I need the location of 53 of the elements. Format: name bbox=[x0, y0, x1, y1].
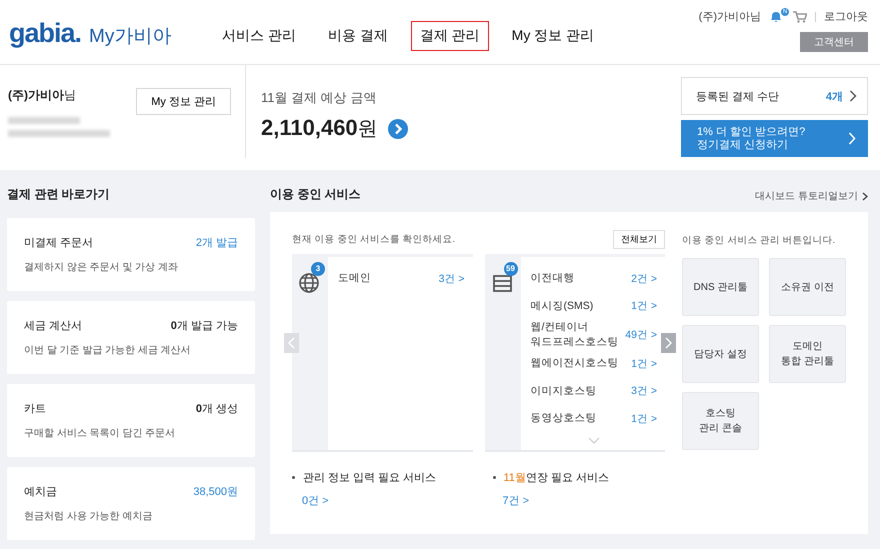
chevron-right-icon bbox=[665, 337, 672, 349]
chevron-right-icon bbox=[862, 192, 868, 200]
nav-tab[interactable]: 비용 결제 bbox=[318, 21, 397, 51]
gabia-logo[interactable]: gabia. bbox=[9, 18, 82, 49]
nav-tab[interactable]: 결제 관리 bbox=[410, 21, 489, 51]
view-all-button[interactable]: 전체보기 bbox=[613, 230, 665, 249]
management-tool-button[interactable]: DNS 관리툴 bbox=[682, 258, 759, 316]
tools-intro-text: 이용 중인 서비스 관리 버튼입니다. bbox=[682, 235, 836, 246]
notice-text: 관리 정보 입력 필요 서비스 bbox=[303, 471, 436, 485]
chevron-left-icon bbox=[288, 337, 295, 349]
management-tool-button[interactable]: 담당자 설정 bbox=[682, 325, 759, 383]
cart-icon[interactable] bbox=[793, 10, 807, 22]
shortcut-card[interactable]: 세금 계산서 0개 발급 가능 이번 달 기준 발급 가능한 세금 계산서 bbox=[7, 301, 255, 374]
service-row[interactable]: 이미지호스팅 3건 > bbox=[530, 378, 657, 405]
shortcut-card[interactable]: 미결제 주문서 2개 발급 결제하지 않은 주문서 및 가상 계좌 bbox=[7, 218, 255, 291]
payment-methods-link[interactable]: 등록된 결제 수단 4개 bbox=[681, 77, 868, 115]
site-title: My가비아 bbox=[89, 25, 172, 49]
management-tool-button[interactable]: 호스팅 관리 콘솔 bbox=[682, 392, 759, 450]
service-row[interactable]: 메시징(SMS) 1건 > bbox=[530, 292, 657, 320]
user-name: (주)가비아님 bbox=[698, 10, 761, 24]
management-tool-button[interactable]: 소유권 이전 bbox=[769, 258, 846, 316]
logout-link[interactable]: 로그아웃 bbox=[824, 9, 868, 24]
user-name: (주)가비아님 bbox=[8, 87, 76, 104]
my-info-button[interactable]: My 정보 관리 bbox=[136, 88, 231, 115]
nav-tab[interactable]: My 정보 관리 bbox=[502, 21, 604, 51]
bullet-icon bbox=[492, 476, 496, 479]
chevron-down-icon[interactable] bbox=[588, 436, 600, 444]
count-badge: 59 bbox=[504, 262, 518, 276]
blurred-text bbox=[8, 117, 80, 124]
section-title: 이용 중인 서비스 bbox=[270, 186, 361, 203]
chevron-right-icon bbox=[849, 90, 857, 102]
service-row[interactable]: 동영상호스팅 1건 > bbox=[530, 405, 657, 432]
section-title: 결제 관련 바로가기 bbox=[7, 186, 111, 203]
estimate-label: 11월 결제 예상 금액 bbox=[261, 90, 376, 105]
service-row[interactable]: 웹에이전시호스팅 1건 > bbox=[530, 350, 657, 378]
service-row[interactable]: 이전대행 2건 > bbox=[530, 265, 657, 292]
shortcut-card[interactable]: 카트 0개 생성 구매할 서비스 목록이 담긴 주문서 bbox=[7, 384, 255, 457]
bullet-icon bbox=[292, 476, 295, 479]
amount-text: 2,110,460원 bbox=[261, 115, 378, 142]
count-badge: 3 bbox=[311, 262, 325, 276]
notice-count-link[interactable]: 7건 > bbox=[492, 493, 665, 508]
chevron-right-icon bbox=[848, 132, 856, 145]
auto-payment-button[interactable]: 1% 더 할인 받으려면? 정기결제 신청하기 bbox=[681, 120, 868, 157]
nav-tab[interactable]: 서비스 관리 bbox=[213, 21, 305, 51]
intro-text: 현재 이용 중인 서비스를 확인하세요. bbox=[292, 233, 456, 246]
management-tool-button[interactable]: 도메인 통합 관리툴 bbox=[769, 325, 846, 383]
shortcut-card[interactable]: 예치금 38,500원 현금처럼 사용 가능한 예치금 bbox=[7, 467, 255, 540]
notice-text: 11월연장 필요 서비스 bbox=[504, 471, 610, 485]
tutorial-link[interactable]: 대시보드 튜토리얼보기 bbox=[755, 189, 868, 203]
notice-count-link[interactable]: 0건 > bbox=[292, 493, 464, 508]
service-row[interactable]: 도메인 3건 > bbox=[338, 265, 464, 292]
arrow-circle-icon[interactable] bbox=[388, 118, 408, 138]
next-button[interactable] bbox=[661, 333, 676, 353]
